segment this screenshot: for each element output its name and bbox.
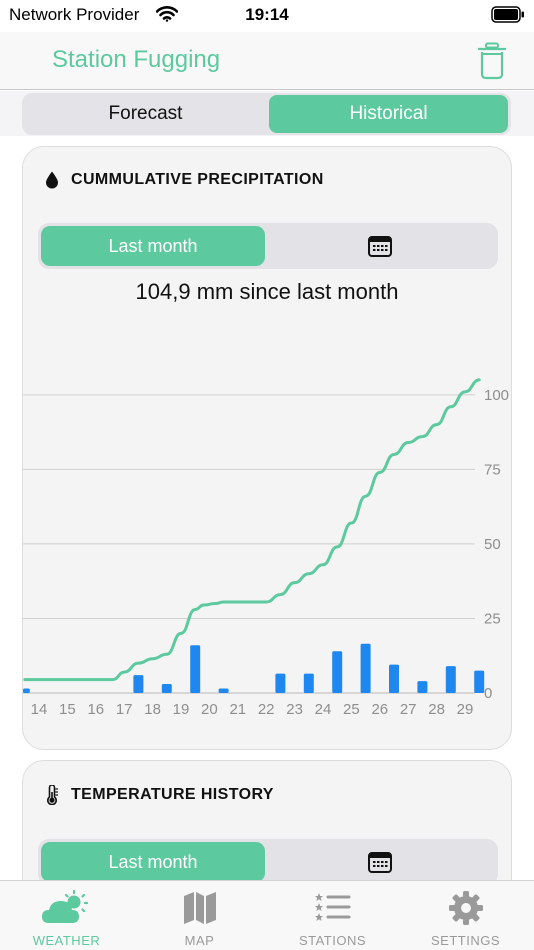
map-icon xyxy=(183,892,216,924)
x-tick-label: 14 xyxy=(31,701,48,715)
status-bar: Network Provider 19:14 xyxy=(0,0,534,32)
calendar-icon[interactable] xyxy=(368,235,392,257)
y-tick-label: 25 xyxy=(484,610,501,627)
precipitation-chart: 0 25 50 75 100 14 15 16 17 18 19 20 21 22 23 24 25 26 27 2… xyxy=(23,378,509,715)
x-tick-label: 21 xyxy=(229,701,246,715)
precipitation-card-title: CUMMULATIVE PRECIPITATION xyxy=(71,171,324,188)
tab-weather[interactable]: WEATHER xyxy=(0,881,133,950)
precipitation-bar xyxy=(389,664,399,693)
x-tick-label: 19 xyxy=(173,701,190,715)
precipitation-card: CUMMULATIVE PRECIPITATION Last month 104… xyxy=(22,146,512,750)
x-tick-label: 20 xyxy=(201,701,218,715)
x-tick-label: 23 xyxy=(286,701,303,715)
tab-map-label: MAP xyxy=(184,933,215,948)
precipitation-range-control: Last month xyxy=(38,223,498,269)
precipitation-bar xyxy=(190,645,201,693)
x-tick-label: 27 xyxy=(400,701,417,715)
weather-icon xyxy=(41,890,88,923)
x-tick-label: 16 xyxy=(87,701,104,715)
precipitation-bar xyxy=(360,643,371,693)
forecast-historical-segmented-control: Forecast Historical xyxy=(22,93,511,135)
temperature-card: TEMPERATURE HISTORY Last month xyxy=(22,760,512,880)
precipitation-bar xyxy=(218,688,229,693)
x-tick-label: 15 xyxy=(59,701,76,715)
precipitation-bar xyxy=(445,666,456,693)
y-tick-label: 75 xyxy=(484,461,501,478)
precipitation-bar xyxy=(332,651,343,693)
precipitation-bar xyxy=(417,681,428,693)
segment-forecast[interactable]: Forecast xyxy=(26,95,265,133)
battery-icon xyxy=(491,6,524,23)
precipitation-bar xyxy=(303,673,314,693)
water-drop-icon xyxy=(46,171,58,189)
navigation-bar: Station Fugging xyxy=(0,32,534,90)
x-tick-label: 17 xyxy=(116,701,133,715)
calendar-icon[interactable] xyxy=(368,851,392,873)
x-tick-label: 28 xyxy=(428,701,445,715)
x-tick-label: 22 xyxy=(258,701,275,715)
clock: 19:14 xyxy=(245,5,289,24)
tab-bar: WEATHER MAP STATIONS SETTINGS xyxy=(0,880,534,950)
segment-historical[interactable]: Historical xyxy=(269,95,508,133)
precipitation-bar xyxy=(474,670,485,693)
x-tick-label: 24 xyxy=(315,701,332,715)
temperature-card-header: TEMPERATURE HISTORY xyxy=(45,785,274,805)
y-tick-label: 50 xyxy=(484,536,501,553)
tab-weather-label: WEATHER xyxy=(32,933,101,948)
y-tick-label: 0 xyxy=(484,685,492,702)
station-title: Station Fugging xyxy=(52,46,221,73)
content-scroll[interactable]: CUMMULATIVE PRECIPITATION Last month 104… xyxy=(0,136,534,880)
tab-map[interactable]: MAP xyxy=(133,881,266,950)
last-month-button[interactable]: Last month xyxy=(41,226,265,266)
precipitation-bar xyxy=(275,673,286,693)
temperature-card-title: TEMPERATURE HISTORY xyxy=(71,786,274,803)
segment-strip: Forecast Historical xyxy=(0,91,534,136)
precipitation-bar xyxy=(23,688,30,693)
trash-icon[interactable] xyxy=(477,42,507,80)
cumulative-line xyxy=(23,378,481,682)
precipitation-card-header: CUMMULATIVE PRECIPITATION xyxy=(45,171,324,189)
list-icon xyxy=(314,893,350,921)
tab-stations[interactable]: STATIONS xyxy=(266,881,399,950)
x-tick-label: 25 xyxy=(343,701,360,715)
precipitation-summary: 104,9 mm since last month xyxy=(135,279,399,304)
temperature-last-month-button[interactable]: Last month xyxy=(41,842,265,880)
temperature-range-control: Last month xyxy=(38,839,498,880)
x-tick-label: 18 xyxy=(144,701,161,715)
tab-settings[interactable]: SETTINGS xyxy=(399,881,532,950)
y-tick-label: 100 xyxy=(484,387,509,404)
thermometer-icon xyxy=(47,785,58,805)
precipitation-bar xyxy=(161,684,172,693)
tab-settings-label: SETTINGS xyxy=(430,933,500,948)
precipitation-bar xyxy=(133,675,144,693)
gear-icon xyxy=(448,891,483,925)
tab-stations-label: STATIONS xyxy=(298,933,367,948)
x-tick-label: 29 xyxy=(457,701,474,715)
x-tick-label: 26 xyxy=(371,701,388,715)
